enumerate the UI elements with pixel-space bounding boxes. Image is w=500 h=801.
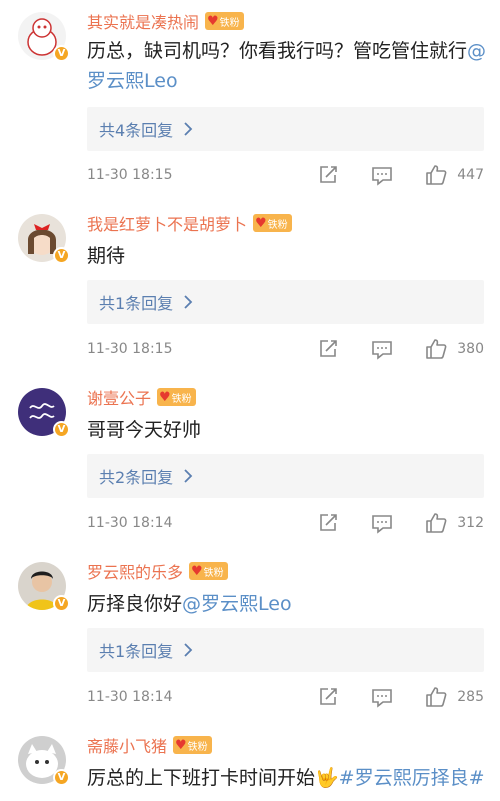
comment-item: V 我是红萝卜不是胡萝卜 ♥ 铁粉 期待 共1条回复 11-30 18:15 3… [0, 200, 500, 374]
avatar[interactable]: V [18, 562, 70, 612]
fan-badge: ♥ 铁粉 [173, 736, 212, 754]
like-button[interactable]: 312 [425, 512, 484, 534]
heart-icon: ♥ [255, 215, 267, 231]
avatar[interactable]: V [18, 736, 70, 786]
comment-icon [372, 515, 393, 534]
share-icon [320, 514, 338, 531]
heart-icon: ♥ [207, 13, 219, 29]
mention-link[interactable]: @罗云熙Leo [182, 593, 292, 615]
fan-badge: ♥ 铁粉 [157, 388, 196, 406]
comment-button[interactable] [371, 512, 393, 534]
share-icon [320, 688, 338, 705]
comment-item: V 谢壹公子 ♥ 铁粉 哥哥今天好帅 共2条回复 11-30 18:14 312 [0, 374, 500, 548]
like-icon [426, 513, 447, 533]
username[interactable]: 罗云熙的乐多 [87, 559, 183, 583]
timestamp: 11-30 18:14 [87, 515, 173, 531]
share-icon [320, 166, 338, 183]
actions: 380 [317, 337, 484, 361]
comment-footer: 11-30 18:15 380 [87, 337, 487, 361]
comment-text: 厉择良你好@罗云熙Leo [87, 593, 292, 615]
comment-text: 期待 [87, 245, 126, 267]
like-button[interactable]: 380 [425, 338, 484, 360]
like-button[interactable]: 447 [425, 164, 484, 186]
name-row: 斋藤小飞猪 ♥ 铁粉 [87, 734, 212, 756]
name-row: 谢壹公子 ♥ 铁粉 [87, 386, 196, 408]
like-icon [426, 687, 447, 707]
comment-footer: 11-30 18:14 312 [87, 511, 487, 535]
like-count: 285 [457, 689, 484, 705]
replies-link[interactable]: 共2条回复 [87, 454, 484, 498]
comment-button[interactable] [371, 686, 393, 708]
username[interactable]: 我是红萝卜不是胡萝卜 [87, 211, 247, 235]
username[interactable]: 斋藤小飞猪 [87, 733, 167, 757]
comment-footer: 11-30 18:14 285 [87, 685, 487, 709]
verified-badge: V [53, 421, 70, 438]
comment-item: V 罗云熙的乐多 ♥ 铁粉 厉择良你好@罗云熙Leo 共1条回复 11-30 1… [0, 548, 500, 722]
username[interactable]: 其实就是凑热闹 [87, 9, 199, 33]
username[interactable]: 谢壹公子 [87, 385, 151, 409]
comment-icon [372, 341, 393, 360]
heart-icon: ♥ [191, 563, 203, 579]
comment-text: 厉总的上下班打卡时间开始🤟#罗云熙厉择良# [87, 767, 485, 789]
share-button[interactable] [317, 338, 339, 360]
chevron-right-icon [184, 295, 193, 309]
share-button[interactable] [317, 512, 339, 534]
avatar[interactable]: V [18, 388, 70, 438]
actions: 447 [317, 163, 484, 187]
hashtag-link[interactable]: 🤟#罗云熙厉择良# [315, 767, 485, 789]
comment-button[interactable] [371, 164, 393, 186]
comment-icon [372, 167, 393, 186]
fan-badge: ♥ 铁粉 [189, 562, 228, 580]
like-count: 447 [457, 167, 484, 183]
timestamp: 11-30 18:15 [87, 167, 173, 183]
share-button[interactable] [317, 164, 339, 186]
replies-link[interactable]: 共4条回复 [87, 107, 484, 151]
avatar[interactable]: V [18, 12, 70, 62]
name-row: 罗云熙的乐多 ♥ 铁粉 [87, 560, 228, 582]
fan-badge: ♥ 铁粉 [205, 12, 244, 30]
name-row: 我是红萝卜不是胡萝卜 ♥ 铁粉 [87, 212, 292, 234]
replies-link[interactable]: 共1条回复 [87, 280, 484, 324]
chevron-right-icon [184, 122, 193, 136]
verified-badge: V [53, 247, 70, 264]
avatar[interactable]: V [18, 214, 70, 264]
comment-button[interactable] [371, 338, 393, 360]
comment-text: 哥哥今天好帅 [87, 419, 202, 441]
like-count: 312 [457, 515, 484, 531]
share-icon [320, 340, 338, 357]
comment-text: 历总，缺司机吗？你看我行吗？管吃管住就行@罗云熙Leo [87, 40, 487, 92]
verified-badge: V [53, 45, 70, 62]
comment-footer: 11-30 18:15 447 [87, 163, 487, 187]
comment-icon [372, 689, 393, 708]
replies-link[interactable]: 共1条回复 [87, 628, 484, 672]
share-button[interactable] [317, 686, 339, 708]
name-row: 其实就是凑热闹 ♥ 铁粉 [87, 10, 244, 32]
heart-icon: ♥ [175, 737, 187, 753]
actions: 312 [317, 511, 484, 535]
timestamp: 11-30 18:14 [87, 689, 173, 705]
actions: 285 [317, 685, 484, 709]
chevron-right-icon [184, 469, 193, 483]
verified-badge: V [53, 595, 70, 612]
comment-item: V 斋藤小飞猪 ♥ 铁粉 厉总的上下班打卡时间开始🤟#罗云熙厉择良# [0, 722, 500, 801]
like-icon [426, 339, 447, 359]
comment-item: V 其实就是凑热闹 ♥ 铁粉 历总，缺司机吗？你看我行吗？管吃管住就行@罗云熙L… [0, 0, 500, 186]
like-button[interactable]: 285 [425, 686, 484, 708]
like-icon [426, 165, 447, 185]
verified-badge: V [53, 769, 70, 786]
fan-badge: ♥ 铁粉 [253, 214, 292, 232]
like-count: 380 [457, 341, 484, 357]
chevron-right-icon [184, 643, 193, 657]
timestamp: 11-30 18:15 [87, 341, 173, 357]
heart-icon: ♥ [159, 389, 171, 405]
